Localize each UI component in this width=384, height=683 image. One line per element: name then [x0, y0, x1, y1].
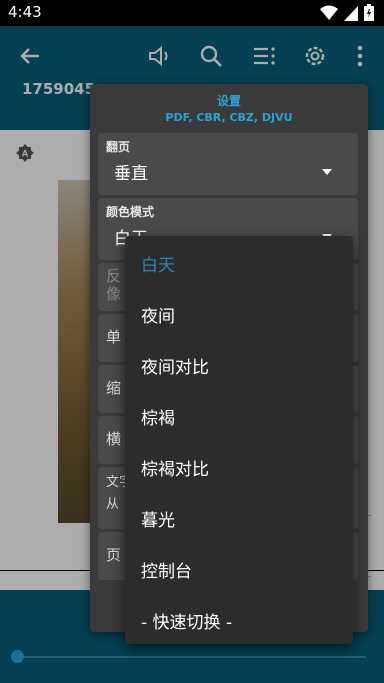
wifi-icon	[320, 5, 338, 20]
single-page-label: 单	[106, 328, 122, 346]
option-quick-switch[interactable]: - 快速切换 -	[141, 608, 232, 633]
status-time: 4:43	[8, 3, 42, 21]
page-turn-select[interactable]: 翻页 垂直	[98, 133, 358, 195]
option-console[interactable]: 控制台	[141, 557, 192, 582]
settings-formats: PDF, CBR, CBZ, DJVU	[165, 111, 293, 124]
color-mode-dropdown: 白天 夜间 夜间对比 棕褐 棕褐对比 暮光 控制台 - 快速切换 -	[125, 236, 353, 644]
chevron-down-icon	[322, 169, 332, 175]
color-mode-label: 颜色模式	[106, 205, 155, 219]
option-sepia-contrast[interactable]: 棕褐对比	[141, 455, 209, 480]
option-night-contrast[interactable]: 夜间对比	[141, 353, 209, 378]
option-sepia[interactable]: 棕褐	[141, 404, 175, 429]
page-turn-value: 垂直	[114, 164, 148, 184]
settings-title: 设置	[216, 94, 241, 108]
status-icons	[320, 4, 374, 21]
landscape-label: 横	[106, 430, 122, 448]
option-twilight[interactable]: 暮光	[141, 506, 175, 531]
page-turn-label: 翻页	[106, 140, 131, 154]
signal-icon	[344, 5, 358, 21]
status-bar: 4:43	[0, 0, 384, 26]
zoom-label: 缩	[106, 379, 122, 397]
invert-label: 反 像	[106, 267, 122, 303]
option-day[interactable]: 白天	[141, 251, 175, 276]
option-night[interactable]: 夜间	[141, 302, 175, 327]
battery-icon	[364, 4, 374, 21]
page-option-label: 页	[106, 546, 122, 564]
